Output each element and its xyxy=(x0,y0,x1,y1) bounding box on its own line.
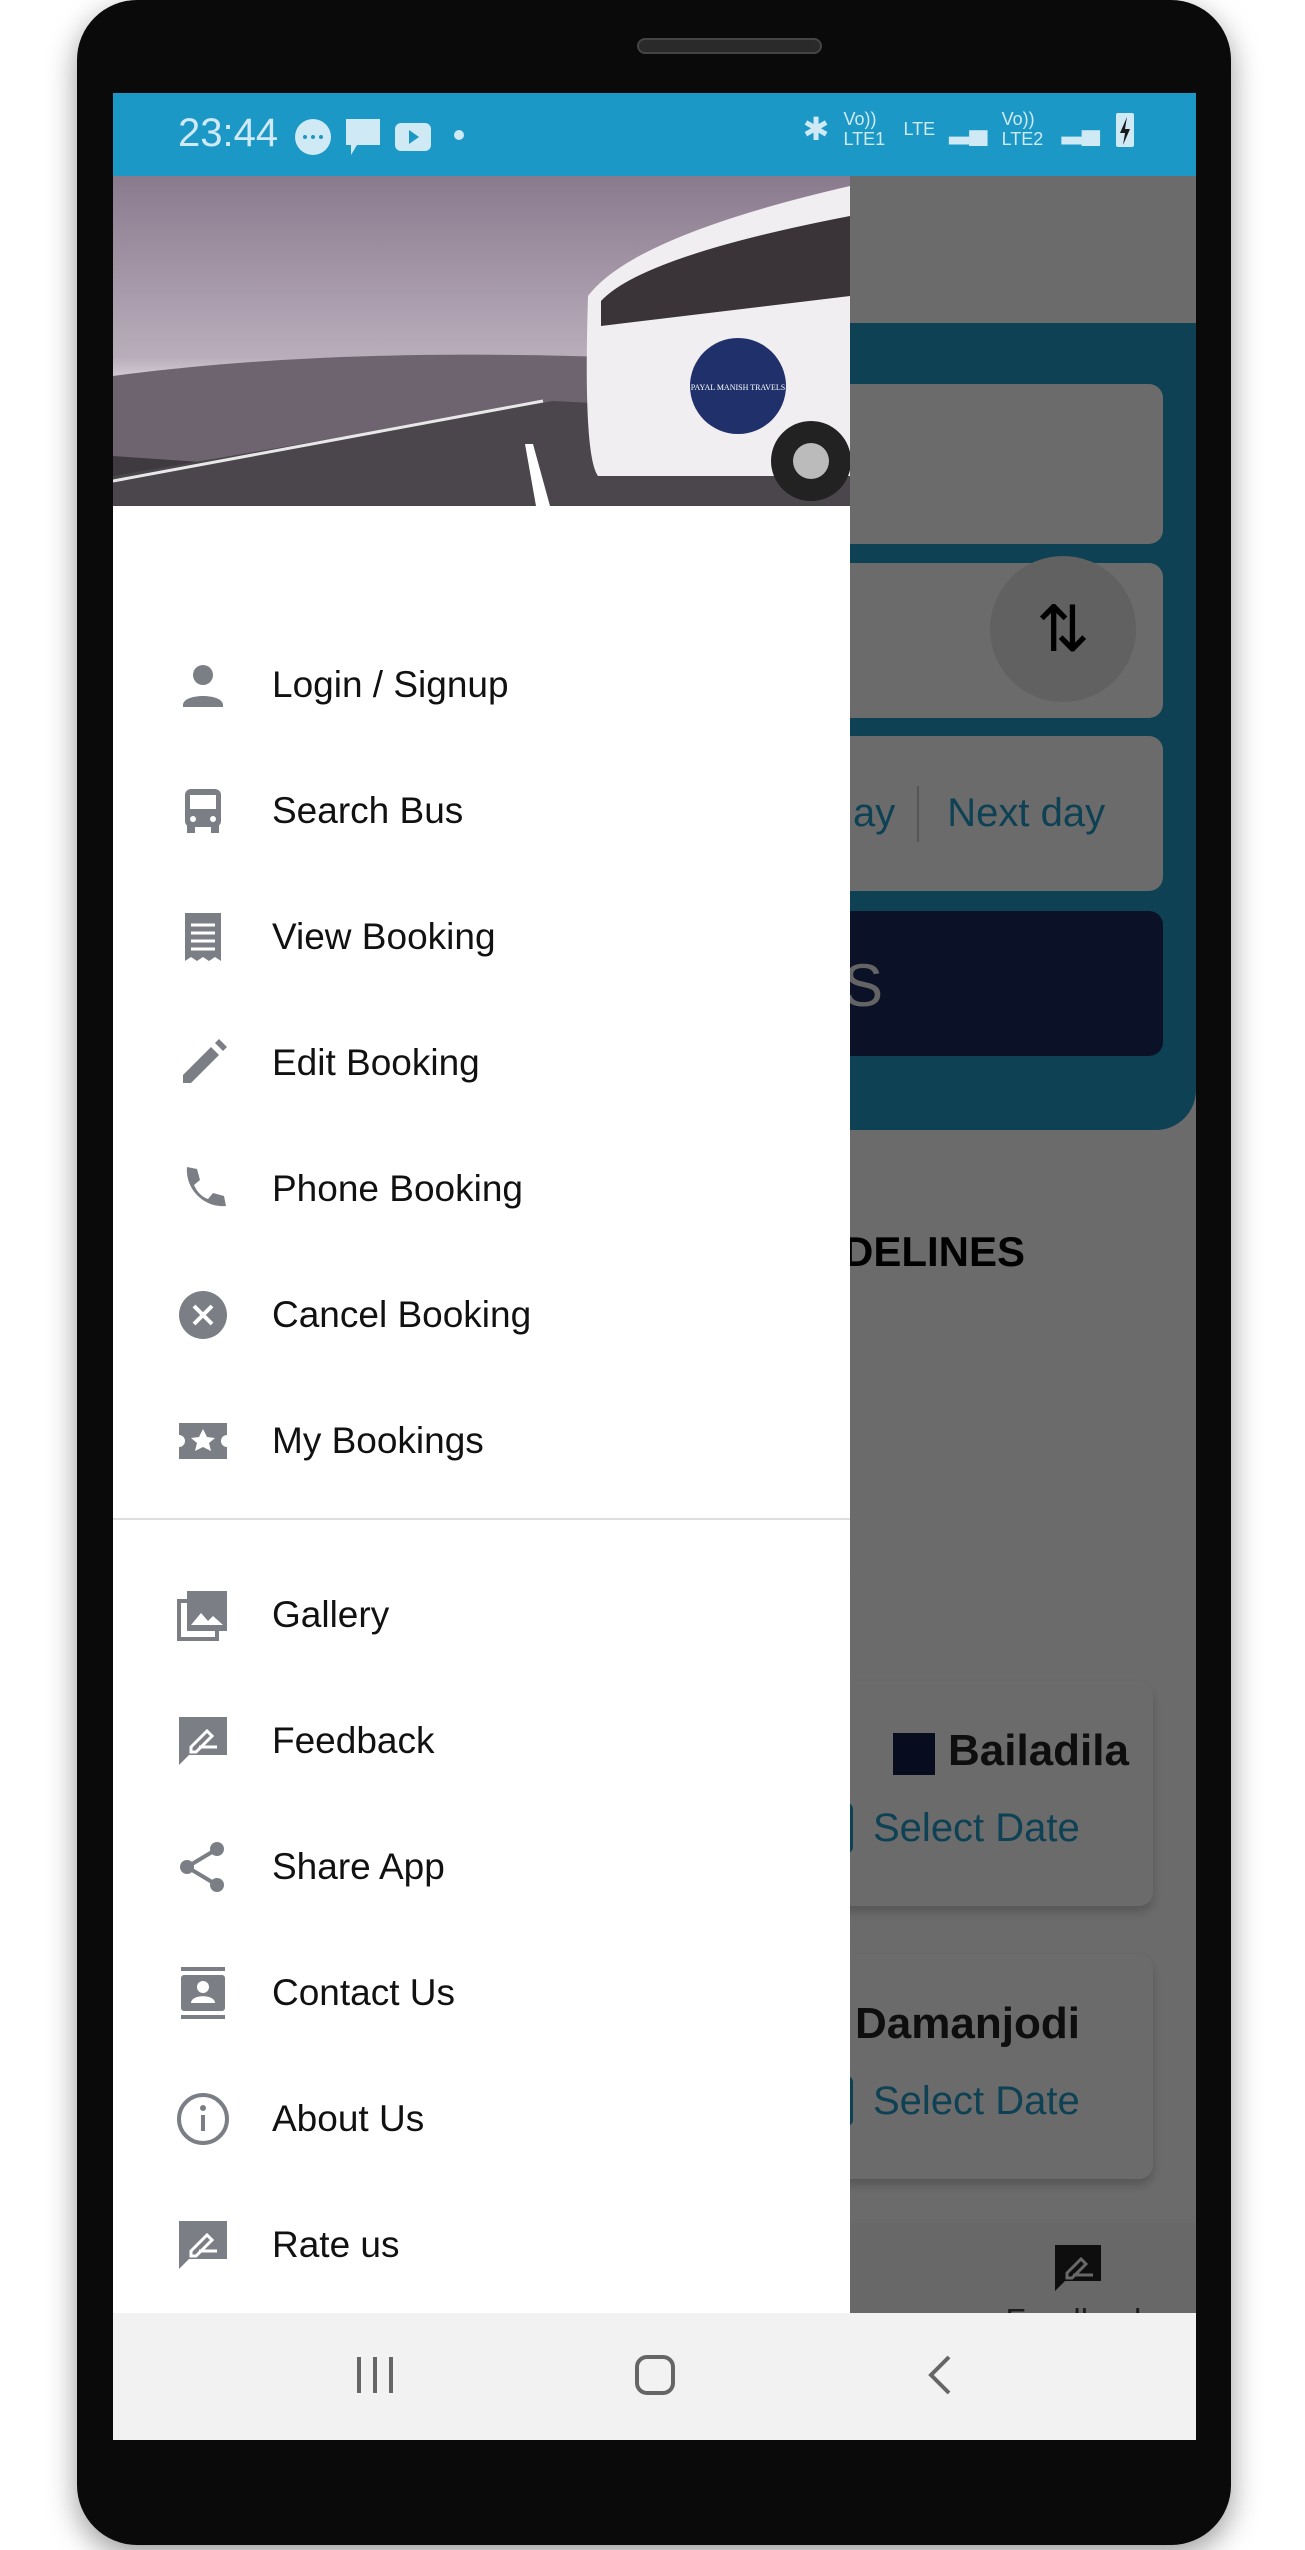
status-icons: ✱ Vo)) LTE1 LTE ▂▄ Vo)) LTE2 ▂▄ xyxy=(803,109,1136,149)
bluetooth-icon: ✱ xyxy=(802,111,830,147)
drawer-item-label: Phone Booking xyxy=(272,1168,523,1209)
drawer-item-label: Cancel Booking xyxy=(272,1294,532,1335)
drawer-item-label: Edit Booking xyxy=(272,1042,480,1083)
lte-label: LTE xyxy=(903,119,936,139)
route-destination: Bailadila xyxy=(948,1726,1129,1775)
contact-icon xyxy=(181,1967,225,2019)
drawer-header-image: PAYAL MANISH TRAVELS xyxy=(113,176,850,506)
drawer-item-label: Share App xyxy=(272,1846,445,1887)
phone-icon xyxy=(186,1167,226,1207)
route-destination: Damanjodi xyxy=(855,1999,1080,2048)
gallery-icon xyxy=(177,1591,227,1641)
drawer-item-search-bus[interactable]: Search Bus xyxy=(113,756,850,866)
date-selector[interactable]: ay Next day xyxy=(813,736,1163,891)
route-card[interactable]: Bailadila Select Date xyxy=(813,1681,1153,1906)
back-icon[interactable] xyxy=(919,2353,963,2397)
swap-button[interactable]: ⇅ xyxy=(990,556,1136,702)
speaker xyxy=(637,38,822,54)
drawer-item-about-us[interactable]: About Us xyxy=(113,2064,850,2174)
drawer-item-share-app[interactable]: Share App xyxy=(113,1812,850,1922)
lte1-label: Vo)) LTE1 xyxy=(843,109,886,149)
drawer-item-phone-booking[interactable]: Phone Booking xyxy=(113,1134,850,1244)
bus-icon xyxy=(185,789,221,833)
message-icon xyxy=(346,119,380,155)
drawer-item-label: About Us xyxy=(272,2098,425,2139)
guidelines-card[interactable]: DELINES xyxy=(813,1178,1153,1318)
drawer-item-rate-us[interactable]: Rate us xyxy=(113,2190,850,2300)
chat-bubble-icon xyxy=(295,119,331,155)
youtube-icon xyxy=(395,123,431,151)
from-field[interactable] xyxy=(813,384,1163,544)
divider xyxy=(917,785,920,842)
drawer-item-label: View Booking xyxy=(272,916,496,957)
select-date-link[interactable]: Select Date xyxy=(873,2079,1080,2124)
brand-logo-text: PAYAL MANISH TRAVELS xyxy=(691,383,785,392)
bus-on-road-image: PAYAL MANISH TRAVELS xyxy=(113,186,850,506)
battery-charging-icon xyxy=(1116,113,1134,147)
today-tab[interactable]: ay xyxy=(853,791,895,836)
notification-dot-icon xyxy=(454,130,464,140)
recent-apps-icon[interactable] xyxy=(353,2353,397,2397)
screen: 23:44 ✱ Vo)) LTE1 LTE ▂▄ Vo)) LTE2 ▂▄ ⇅ … xyxy=(113,93,1196,2440)
drawer-item-label: Feedback xyxy=(272,1720,435,1761)
ticket-star-icon xyxy=(179,1423,227,1459)
share-icon xyxy=(180,1842,224,1892)
pencil-icon xyxy=(183,1039,227,1083)
drawer-item-my-bookings[interactable]: My Bookings xyxy=(113,1386,850,1496)
select-date-link[interactable]: Select Date xyxy=(873,1806,1080,1851)
drawer-item-label: My Bookings xyxy=(272,1420,484,1461)
guidelines-label: DELINES xyxy=(843,1228,1026,1275)
signal-icon: ▂▄ xyxy=(949,114,988,144)
drawer-item-view-booking[interactable]: View Booking xyxy=(113,882,850,992)
rate-icon xyxy=(179,2221,227,2269)
drawer-item-edit-booking[interactable]: Edit Booking xyxy=(113,1008,850,1118)
status-time: 23:44 xyxy=(178,111,279,155)
drawer-item-label: Rate us xyxy=(272,2224,400,2265)
feedback-icon xyxy=(1055,2245,1101,2291)
home-icon[interactable] xyxy=(633,2353,677,2397)
drawer-item-label: Contact Us xyxy=(272,1972,456,2013)
system-nav-bar xyxy=(113,2313,1196,2440)
status-bar: 23:44 ✱ Vo)) LTE1 LTE ▂▄ Vo)) LTE2 ▂▄ xyxy=(113,93,1196,176)
route-card[interactable]: Damanjodi Select Date xyxy=(813,1954,1153,2179)
drawer-item-label: Search Bus xyxy=(272,790,464,831)
lte2-label: Vo)) LTE2 xyxy=(1001,109,1044,149)
search-button[interactable]: S xyxy=(813,911,1163,1056)
feedback-icon xyxy=(179,1717,227,1765)
cancel-icon xyxy=(179,1291,227,1339)
person-icon xyxy=(183,665,223,707)
next-day-tab[interactable]: Next day xyxy=(947,791,1105,836)
drawer-item-contact-us[interactable]: Contact Us xyxy=(113,1938,850,2048)
drawer-item-label: Gallery xyxy=(272,1594,390,1635)
drawer-item-feedback[interactable]: Feedback xyxy=(113,1686,850,1796)
route-marker xyxy=(893,1733,935,1775)
drawer-item-cancel-booking[interactable]: Cancel Booking xyxy=(113,1260,850,1370)
navigation-drawer: PAYAL MANISH TRAVELS Login / Signup Searc… xyxy=(113,176,850,2356)
drawer-divider xyxy=(113,1518,850,1520)
drawer-item-login-signup[interactable]: Login / Signup xyxy=(113,630,850,740)
drawer-item-gallery[interactable]: Gallery xyxy=(113,1560,850,1670)
signal-icon: ▂▄ xyxy=(1061,114,1100,144)
drawer-item-label: Login / Signup xyxy=(272,664,509,705)
receipt-icon xyxy=(185,913,221,961)
info-icon xyxy=(177,2093,229,2145)
